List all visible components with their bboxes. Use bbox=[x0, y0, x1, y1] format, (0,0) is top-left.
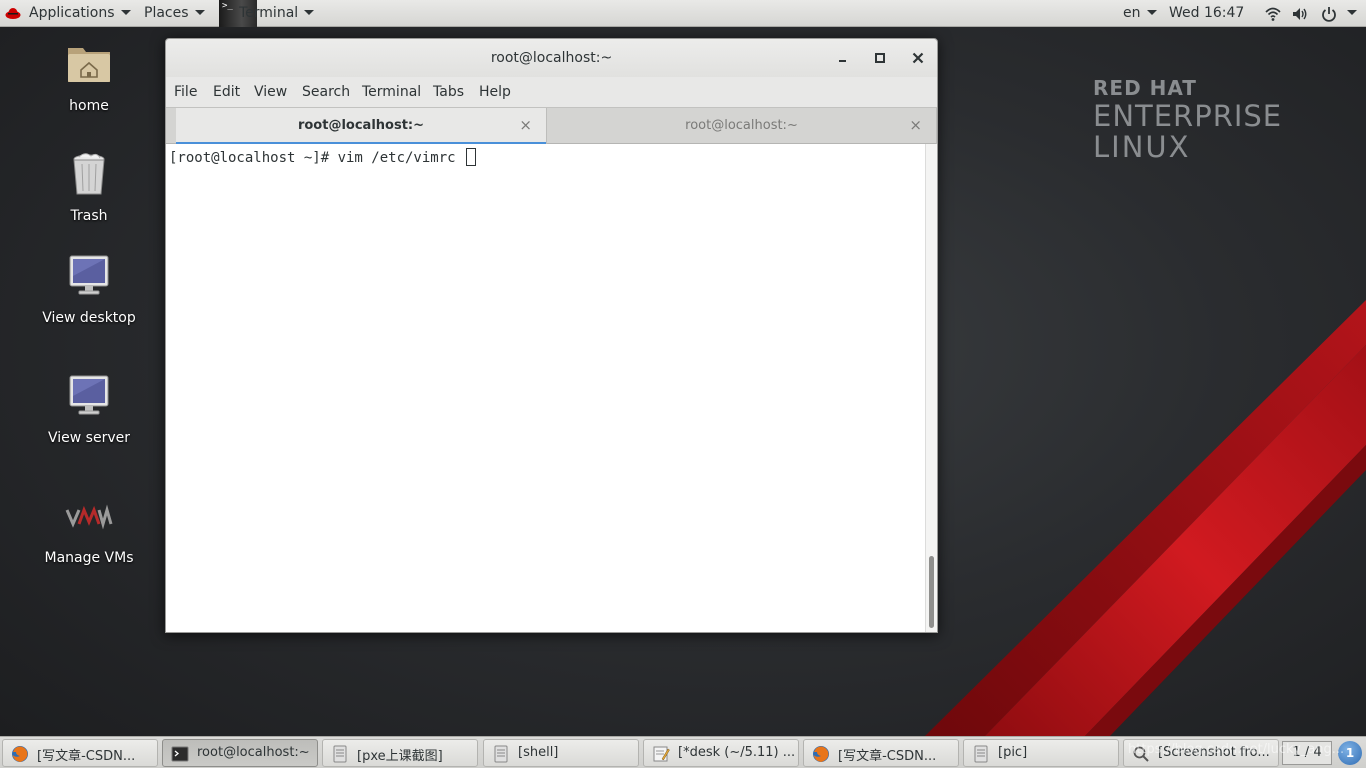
logo-line-1: RED HAT bbox=[1093, 76, 1197, 100]
chevron-down-icon bbox=[120, 9, 131, 15]
places-label: Places bbox=[144, 5, 189, 21]
maximize-icon[interactable] bbox=[871, 49, 889, 67]
logo-line-2: ENTERPRISE bbox=[1093, 99, 1283, 133]
applications-menu[interactable]: Applications bbox=[29, 0, 131, 27]
menu-help[interactable]: Help bbox=[479, 84, 511, 100]
wifi-icon[interactable] bbox=[1265, 6, 1281, 22]
menu-terminal[interactable]: Terminal bbox=[362, 84, 421, 100]
taskbar-item-label: [pxe上课截图] bbox=[357, 749, 443, 764]
close-icon[interactable]: × bbox=[909, 116, 922, 134]
firefox-icon bbox=[813, 746, 829, 762]
terminal-scrollbar[interactable] bbox=[925, 144, 937, 632]
window-title: root@localhost:~ bbox=[490, 50, 613, 66]
language-label: en bbox=[1123, 5, 1141, 21]
terminal-menu-label: Terminal bbox=[239, 5, 299, 21]
menu-bar: File Edit View Search Terminal Tabs Help bbox=[166, 77, 937, 107]
chevron-down-icon[interactable] bbox=[1347, 10, 1357, 15]
taskbar-item-shell[interactable]: [shell] bbox=[483, 739, 639, 767]
close-icon[interactable]: × bbox=[519, 116, 532, 134]
terminal-thumb-glyph: >_ bbox=[222, 1, 233, 11]
text-cursor bbox=[466, 148, 477, 166]
firefox-icon bbox=[12, 746, 28, 762]
taskbar-item-firefox[interactable]: [写文章-CSDN... bbox=[2, 739, 158, 767]
desktop-icon-label: Trash bbox=[70, 208, 108, 224]
power-icon[interactable] bbox=[1321, 6, 1337, 22]
taskbar-item-label: [写文章-CSDN... bbox=[37, 749, 136, 764]
tab-label: root@localhost:~ bbox=[685, 118, 798, 133]
redhat-icon bbox=[5, 8, 21, 19]
text-editor-icon bbox=[653, 746, 670, 762]
menu-tabs[interactable]: Tabs bbox=[433, 84, 464, 100]
taskbar-item-terminal[interactable]: root@localhost:~ bbox=[162, 739, 318, 767]
menu-view[interactable]: View bbox=[254, 84, 287, 100]
trash-icon bbox=[73, 153, 105, 195]
desktop-icon-label: home bbox=[69, 98, 109, 114]
language-selector[interactable]: en bbox=[1123, 0, 1157, 27]
scrollbar-thumb[interactable] bbox=[929, 556, 934, 628]
tab-1[interactable]: root@localhost:~ × bbox=[176, 108, 547, 145]
taskbar-item-label: root@localhost:~ bbox=[197, 745, 310, 760]
terminal-output[interactable]: [root@localhost ~]# vim /etc/vimrc bbox=[166, 144, 925, 632]
clock-label: Wed 16:47 bbox=[1169, 5, 1245, 21]
taskbar-item-label: [写文章-CSDN... bbox=[838, 749, 937, 764]
taskbar-item-firefox-2[interactable]: [写文章-CSDN... bbox=[803, 739, 959, 767]
desktop-icon-label: View server bbox=[48, 430, 130, 446]
taskbar-item-gedit[interactable]: [*desk (~/5.11) ... bbox=[643, 739, 799, 767]
taskbar-item-pxe[interactable]: [pxe上课截图] bbox=[322, 739, 478, 767]
redhat-wallpaper-logo: RED HAT ENTERPRISE LINUX bbox=[1093, 78, 1282, 162]
desktop-icon-label: Manage VMs bbox=[44, 550, 134, 566]
desktop-icon-home[interactable]: home bbox=[29, 40, 149, 114]
minimize-icon[interactable] bbox=[834, 49, 852, 67]
menu-edit[interactable]: Edit bbox=[213, 84, 240, 100]
desktop-icon-manage-vms[interactable]: Manage VMs bbox=[29, 492, 149, 566]
tab-label: root@localhost:~ bbox=[297, 118, 425, 133]
monitor-icon bbox=[69, 255, 109, 295]
tab-bar: root@localhost:~ × root@localhost:~ × bbox=[166, 107, 937, 145]
taskbar-item-pic[interactable]: [pic] bbox=[963, 739, 1119, 767]
volume-icon[interactable] bbox=[1292, 6, 1308, 22]
terminal-app-menu[interactable]: Terminal bbox=[239, 0, 315, 27]
logo-line-3: LINUX bbox=[1093, 130, 1191, 164]
chevron-down-icon bbox=[1146, 9, 1157, 15]
top-panel: Applications Places >_ Terminal en Wed 1… bbox=[0, 0, 1366, 27]
file-manager-icon bbox=[974, 745, 988, 763]
terminal-window: root@localhost:~ File Edit View Search T… bbox=[165, 38, 938, 633]
places-menu[interactable]: Places bbox=[144, 0, 205, 27]
terminal-prompt-line: [root@localhost ~]# vim /etc/vimrc bbox=[169, 148, 477, 166]
file-manager-icon bbox=[333, 745, 347, 763]
file-manager-icon bbox=[494, 745, 508, 763]
chevron-down-icon bbox=[194, 9, 205, 15]
desktop-icon-view-desktop[interactable]: View desktop bbox=[29, 252, 149, 326]
applications-label: Applications bbox=[29, 5, 115, 21]
taskbar-item-label: [pic] bbox=[998, 745, 1028, 760]
tab-2[interactable]: root@localhost:~ × bbox=[547, 108, 937, 144]
taskbar-item-label: [*desk (~/5.11) ... bbox=[678, 745, 796, 760]
window-titlebar[interactable]: root@localhost:~ bbox=[166, 39, 937, 77]
clock[interactable]: Wed 16:47 bbox=[1169, 0, 1244, 27]
desktop-icon-label: View desktop bbox=[42, 310, 136, 326]
taskbar-item-label: [shell] bbox=[518, 745, 559, 760]
desktop-icon-view-server[interactable]: View server bbox=[29, 372, 149, 446]
monitor-icon bbox=[69, 375, 109, 415]
terminal-icon bbox=[171, 746, 189, 762]
desktop-icon-trash[interactable]: Trash bbox=[29, 150, 149, 224]
close-icon[interactable] bbox=[909, 49, 927, 67]
home-folder-icon bbox=[68, 48, 110, 82]
menu-file[interactable]: File bbox=[174, 84, 197, 100]
prompt-text: [root@localhost ~]# vim /etc/vimrc bbox=[169, 150, 465, 166]
watermark-text: https://blog.csdn.net/lucky_ang... bbox=[1128, 742, 1345, 757]
chevron-down-icon bbox=[304, 9, 315, 15]
vm-logo-icon bbox=[65, 504, 113, 530]
menu-search[interactable]: Search bbox=[302, 84, 350, 100]
